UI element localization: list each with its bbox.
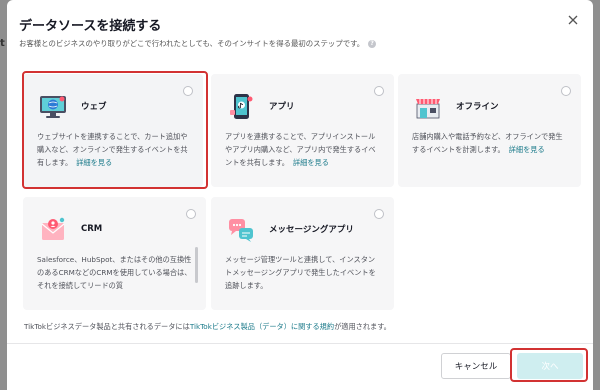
learn-more-link-app[interactable]: 詳細を見る xyxy=(293,158,329,167)
dialog-title: データソースを接続する xyxy=(19,19,162,34)
source-card-crm[interactable]: CRM Salesforce、HubSpot、またはその他の互換性のあるCRMな… xyxy=(23,197,206,310)
card-name-crm: CRM xyxy=(81,224,103,234)
card-description-messaging: メッセージ管理ツールと連携して、インスタントメッセージングアプリで発生したイベン… xyxy=(225,253,380,292)
source-card-web[interactable]: ウェブ ウェブサイトを連携することで、カート追加や購入など、オンラインで発生する… xyxy=(23,74,203,187)
card-name-app: アプリ xyxy=(269,102,295,112)
radio-web[interactable] xyxy=(183,86,193,96)
dialog-subtitle-text: お客様とのビジネスのやり取りがどこで行われたとしても、そのインサイトを得る最初の… xyxy=(19,39,365,48)
footer-divider xyxy=(7,343,593,344)
learn-more-link-web[interactable]: 詳細を見る xyxy=(76,158,112,167)
radio-offline[interactable] xyxy=(561,86,571,96)
crm-description-scrollbar[interactable] xyxy=(195,247,198,283)
card-name-messaging: メッセージングアプリ xyxy=(269,225,354,235)
card-description-app: アプリを連携することで、アプリインストールやアプリ内購入など、アプリ内で発生する… xyxy=(225,130,380,169)
card-description-crm-text: Salesforce、HubSpot、またはその他の互換性のあるCRMなどのCR… xyxy=(37,255,192,289)
card-name-web: ウェブ xyxy=(81,102,107,112)
card-description-web-text: ウェブサイトを連携することで、カート追加や購入など、オンラインで発生するイベント… xyxy=(37,132,188,167)
card-description-offline: 店舗内購入や電話予約など、オフラインで発生するイベントを計測します。 詳細を見る xyxy=(412,130,567,156)
crm-envelope-icon xyxy=(41,217,65,240)
monitor-globe-icon xyxy=(40,96,66,118)
terms-link[interactable]: TikTokビジネス製品（データ）に関する規約 xyxy=(190,322,334,331)
card-description-crm: Salesforce、HubSpot、またはその他の互換性のあるCRMなどのCR… xyxy=(37,253,192,289)
next-button[interactable]: 次へ xyxy=(517,353,583,379)
phone-app-icon xyxy=(230,94,253,119)
close-button[interactable] xyxy=(567,14,579,26)
source-card-app[interactable]: アプリ アプリを連携することで、アプリインストールやアプリ内購入など、アプリ内で… xyxy=(211,74,394,187)
chat-bubbles-icon xyxy=(229,219,253,242)
source-card-offline[interactable]: オフライン 店舗内購入や電話予約など、オフラインで発生するイベントを計測します。… xyxy=(398,74,581,187)
terms-note-prefix: TikTokビジネスデータ製品と共有されるデータには xyxy=(24,322,190,331)
radio-messaging[interactable] xyxy=(374,209,384,219)
close-icon xyxy=(568,15,578,25)
learn-more-link-offline[interactable]: 詳細を見る xyxy=(509,145,545,154)
terms-note: TikTokビジネスデータ製品と共有されるデータにはTikTokビジネス製品（デ… xyxy=(24,322,391,332)
card-name-offline: オフライン xyxy=(456,102,499,112)
source-card-messaging[interactable]: メッセージングアプリ メッセージ管理ツールと連携して、インスタントメッセージング… xyxy=(211,197,394,310)
card-description-web: ウェブサイトを連携することで、カート追加や購入など、オンラインで発生するイベント… xyxy=(37,130,189,169)
radio-crm[interactable] xyxy=(186,209,196,219)
radio-app[interactable] xyxy=(374,86,384,96)
storefront-icon xyxy=(416,99,440,119)
card-description-messaging-text: メッセージ管理ツールと連携して、インスタントメッセージングアプリで発生したイベン… xyxy=(225,255,376,290)
cancel-button[interactable]: キャンセル xyxy=(441,353,511,379)
help-icon[interactable]: ? xyxy=(368,39,377,48)
dialog-subtitle: お客様とのビジネスのやり取りがどこで行われたとしても、そのインサイトを得る最初の… xyxy=(19,38,377,49)
connect-data-source-dialog: データソースを接続する お客様とのビジネスのやり取りがどこで行われたとしても、そ… xyxy=(7,0,593,390)
terms-note-suffix: が適用されます。 xyxy=(334,322,391,331)
